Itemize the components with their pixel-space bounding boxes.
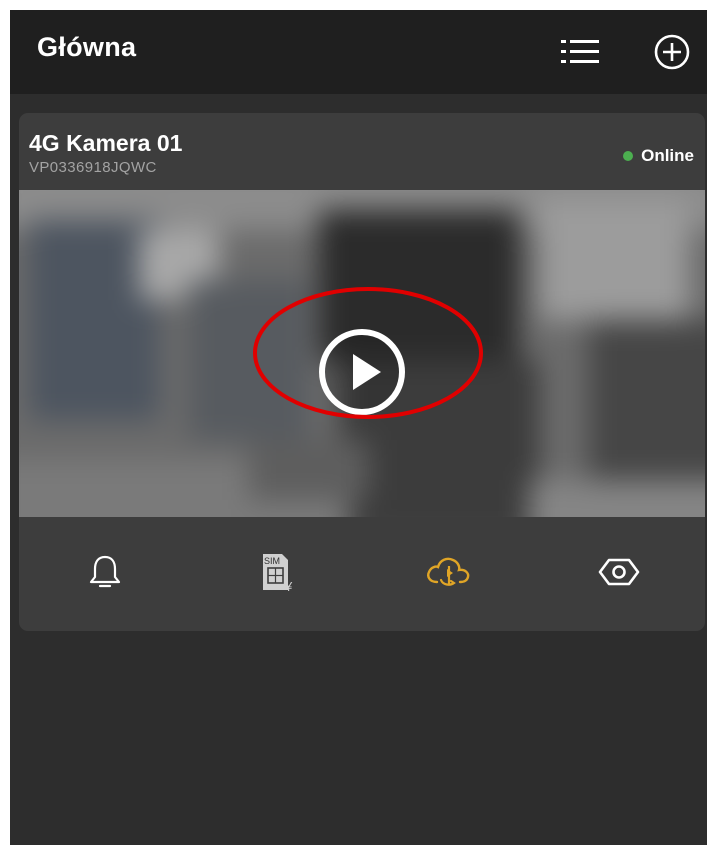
- add-device-button[interactable]: [650, 30, 694, 74]
- camera-name: 4G Kamera 01: [29, 130, 183, 156]
- play-circle-icon: [319, 329, 405, 415]
- list-icon: [561, 40, 599, 63]
- status-label: Online: [641, 146, 694, 165]
- sim-recharge-button[interactable]: SIM ¥: [248, 544, 304, 600]
- action-bar: SIM ¥: [19, 517, 705, 631]
- play-button[interactable]: [317, 327, 407, 417]
- device-list-button[interactable]: [558, 30, 602, 74]
- alarm-messages-button[interactable]: [77, 544, 133, 600]
- status-dot-icon: [623, 151, 634, 161]
- sim-card-icon: SIM ¥: [263, 554, 293, 594]
- device-settings-button[interactable]: [591, 544, 647, 600]
- camera-card[interactable]: 4G Kamera 01 VP0336918JQWC Online SIM ¥: [19, 113, 705, 631]
- app-screen: Główna 4G Kamera 01 VP0336918JQWC Online…: [10, 10, 707, 845]
- page-title: Główna: [37, 32, 137, 62]
- camera-preview[interactable]: [19, 190, 705, 517]
- camera-serial: VP0336918JQWC: [29, 159, 157, 176]
- add-circle-icon: [654, 34, 690, 70]
- currency-symbol: ¥: [284, 579, 293, 594]
- status-badge: Online: [623, 146, 694, 166]
- sim-badge-text: SIM: [264, 556, 280, 566]
- cloud-playback-button[interactable]: [420, 544, 476, 600]
- eye-icon: [598, 558, 640, 586]
- app-header: Główna: [10, 10, 707, 94]
- bell-icon: [89, 555, 120, 588]
- cloud-playback-icon: [426, 557, 470, 586]
